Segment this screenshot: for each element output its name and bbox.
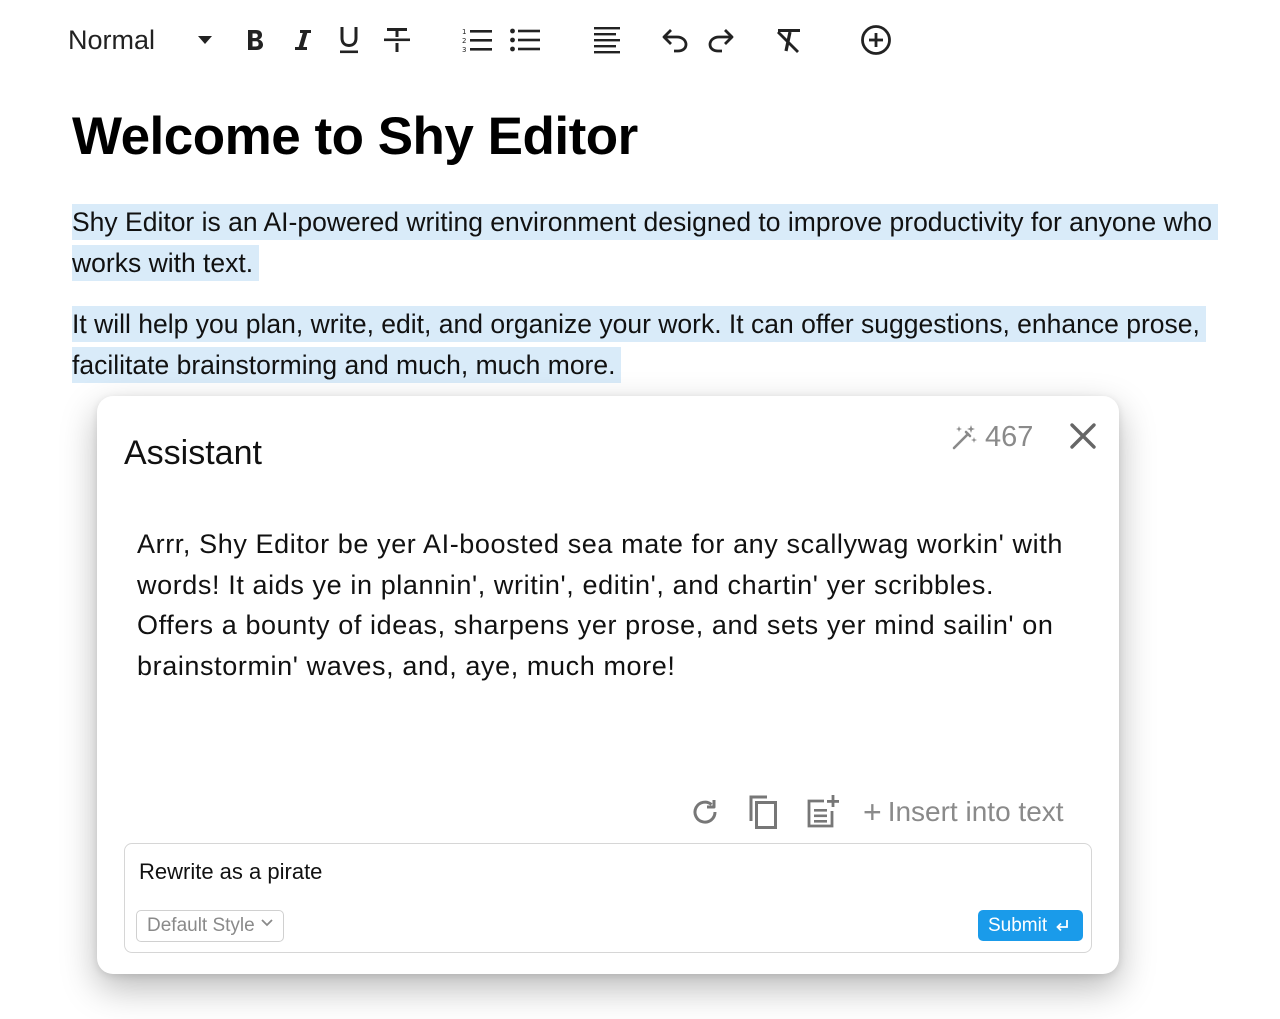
align-button[interactable] — [590, 18, 624, 62]
copy-icon — [749, 795, 777, 829]
add-circle-icon — [861, 25, 891, 55]
copy-button[interactable] — [743, 790, 783, 834]
close-icon — [1070, 423, 1096, 449]
note-add-icon — [807, 795, 839, 828]
document-paragraph[interactable]: It will help you plan, write, edit, and … — [72, 304, 1242, 385]
assistant-title: Assistant — [124, 434, 262, 472]
chevron-down-icon — [261, 919, 273, 927]
block-style-select[interactable]: Normal — [68, 18, 228, 62]
redo-button[interactable] — [704, 18, 738, 62]
insert-block-button[interactable] — [858, 18, 894, 62]
style-dropdown[interactable]: Default Style — [136, 910, 284, 942]
block-style-value: Normal — [68, 24, 156, 55]
redo-icon — [708, 29, 734, 53]
refresh-icon — [693, 800, 717, 824]
underline-icon — [340, 27, 358, 54]
editor-toolbar: Normal 123 — [68, 18, 928, 62]
magic-wand-icon — [952, 425, 977, 450]
bullet-list-button[interactable] — [508, 18, 542, 62]
prompt-input[interactable] — [139, 854, 1059, 890]
submit-label: Submit — [988, 914, 1048, 936]
align-left-icon — [594, 27, 620, 54]
credits-counter: 467 — [951, 418, 1033, 456]
style-dropdown-value: Default Style — [147, 915, 255, 936]
add-note-button[interactable] — [803, 790, 843, 834]
bold-button[interactable] — [240, 18, 270, 62]
caret-down-icon — [198, 36, 212, 44]
credits-value: 467 — [985, 420, 1034, 453]
strikethrough-icon — [384, 28, 410, 52]
ordered-list-button[interactable]: 123 — [460, 18, 494, 62]
selected-text: Shy Editor is an AI-powered writing envi… — [72, 204, 1219, 281]
undo-icon — [662, 29, 688, 53]
clear-format-button[interactable] — [772, 18, 806, 62]
clear-format-icon — [777, 29, 800, 53]
selected-text: It will help you plan, write, edit, and … — [72, 306, 1206, 383]
document-paragraph[interactable]: Shy Editor is an AI-powered writing envi… — [72, 202, 1242, 283]
italic-button[interactable] — [288, 18, 318, 62]
document-heading[interactable]: Welcome to Shy Editor — [72, 106, 638, 167]
close-button[interactable] — [1067, 420, 1099, 452]
insert-into-text-button[interactable]: + Insert into text — [863, 790, 1064, 834]
regenerate-button[interactable] — [687, 790, 723, 834]
strikethrough-button[interactable] — [382, 18, 412, 62]
enter-icon — [1056, 919, 1069, 931]
insert-label: Insert into text — [887, 796, 1064, 827]
assistant-panel: Assistant 467 Arrr, Shy Editor be yer AI… — [97, 396, 1119, 974]
submit-button[interactable]: Submit — [978, 910, 1084, 941]
ordered-list-icon: 123 — [462, 28, 492, 53]
italic-icon — [295, 30, 311, 50]
svg-text:2: 2 — [462, 37, 466, 45]
svg-text:3: 3 — [462, 46, 466, 53]
plus-icon: + — [863, 793, 882, 830]
prompt-box: Default Style Submit — [124, 843, 1092, 953]
svg-text:1: 1 — [462, 28, 466, 36]
undo-button[interactable] — [658, 18, 692, 62]
bold-icon — [248, 30, 263, 50]
assistant-output: Arrr, Shy Editor be yer AI-boosted sea m… — [137, 529, 1063, 681]
underline-button[interactable] — [334, 18, 364, 62]
bullet-list-icon — [510, 28, 540, 52]
